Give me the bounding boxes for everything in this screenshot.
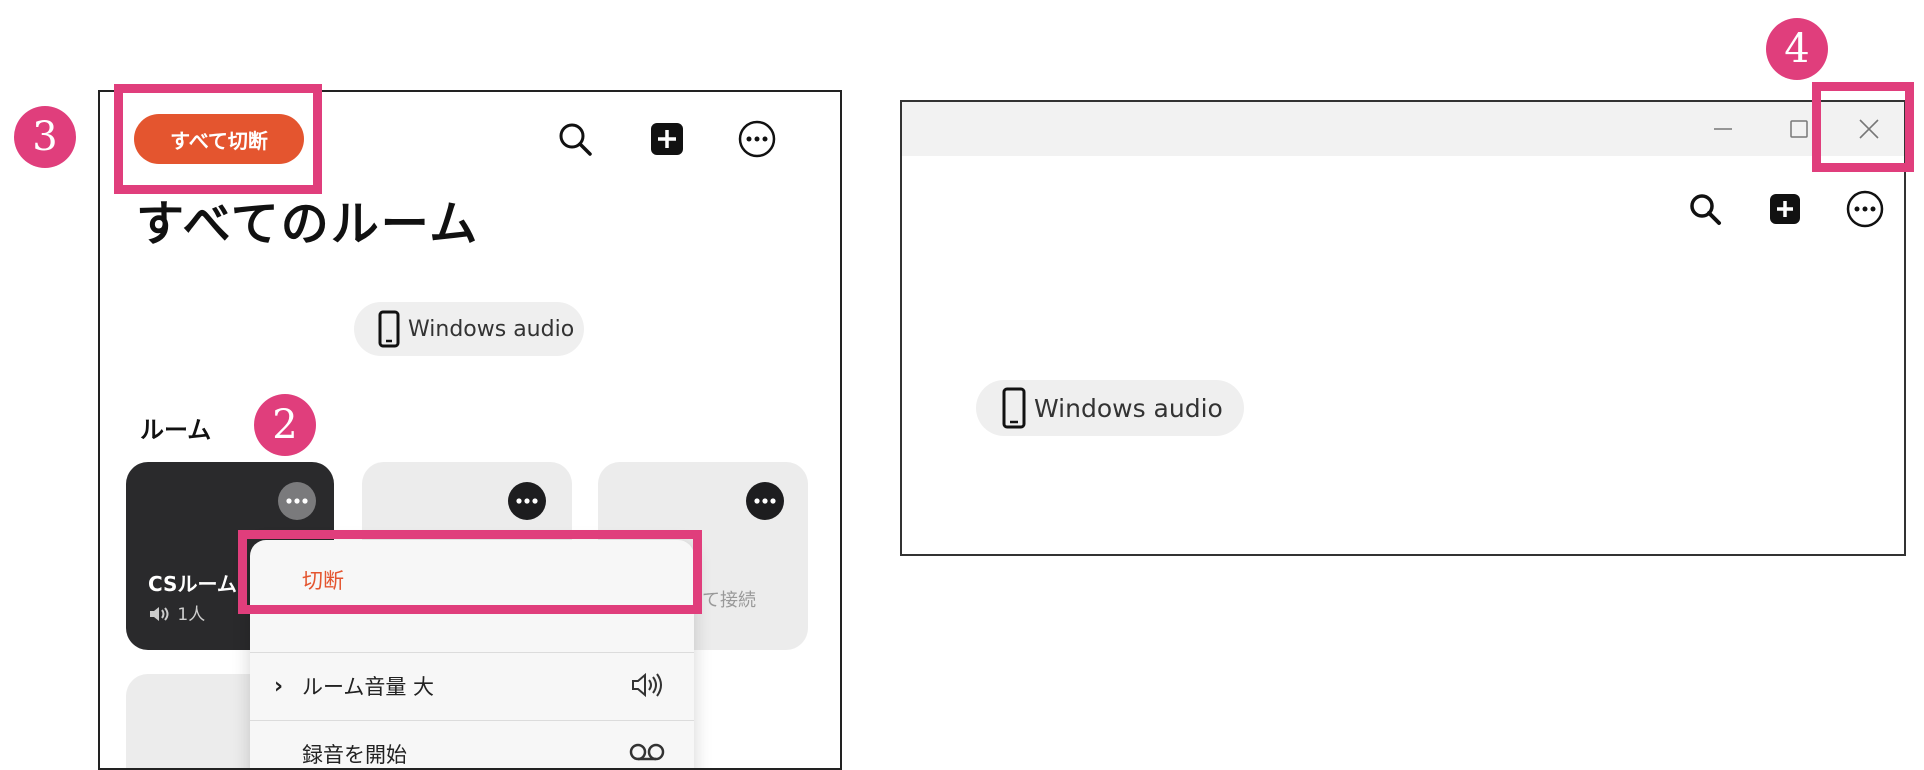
- speaker-icon: [150, 607, 169, 621]
- step-badge-3: 3: [14, 106, 76, 168]
- menu-item-room-volume-label: ルーム音量 大: [302, 675, 435, 699]
- room-more-icon[interactable]: [508, 482, 546, 520]
- more-circle-icon[interactable]: [734, 116, 780, 162]
- chevron-right-icon: ›: [274, 673, 284, 699]
- phone-icon: [378, 310, 400, 348]
- add-square-icon[interactable]: [1762, 186, 1808, 232]
- search-icon[interactable]: [1682, 186, 1728, 232]
- highlight-close-button: [1812, 82, 1914, 172]
- menu-divider: [250, 652, 694, 653]
- app-window-right: Windows audio: [900, 100, 1906, 556]
- room-member-count-label: 1人: [177, 605, 206, 625]
- device-pill[interactable]: Windows audio: [976, 380, 1244, 436]
- device-pill[interactable]: Windows audio: [354, 302, 584, 356]
- add-square-icon[interactable]: [644, 116, 690, 162]
- room-member-count: 1人: [148, 600, 205, 625]
- menu-item-room-volume[interactable]: › ルーム音量 大: [250, 654, 694, 718]
- room-more-icon[interactable]: [746, 482, 784, 520]
- step-badge-4: 4: [1766, 18, 1828, 80]
- more-circle-icon[interactable]: [1842, 186, 1888, 232]
- highlight-disconnect-item: [238, 530, 702, 614]
- device-pill-label: Windows audio: [408, 316, 575, 342]
- voicemail-icon: [629, 743, 665, 761]
- room-connect-label: て接続: [702, 590, 756, 611]
- menu-item-start-recording-label: 録音を開始: [302, 743, 407, 767]
- room-name: CSルーム: [148, 572, 237, 596]
- speaker-icon: [632, 672, 662, 698]
- step-badge-2: 2: [254, 394, 316, 456]
- page-title: すべてのルーム: [136, 196, 480, 252]
- rooms-section-label: ルーム: [140, 416, 212, 444]
- menu-item-start-recording[interactable]: 録音を開始: [250, 722, 694, 768]
- title-bar: [902, 102, 1904, 156]
- room-more-icon[interactable]: [278, 482, 316, 520]
- search-icon[interactable]: [552, 116, 598, 162]
- phone-icon: [1002, 387, 1026, 429]
- highlight-disconnect-all: [114, 84, 322, 194]
- device-pill-label: Windows audio: [1034, 393, 1223, 423]
- minimize-icon[interactable]: [1690, 102, 1756, 156]
- menu-divider: [250, 720, 694, 721]
